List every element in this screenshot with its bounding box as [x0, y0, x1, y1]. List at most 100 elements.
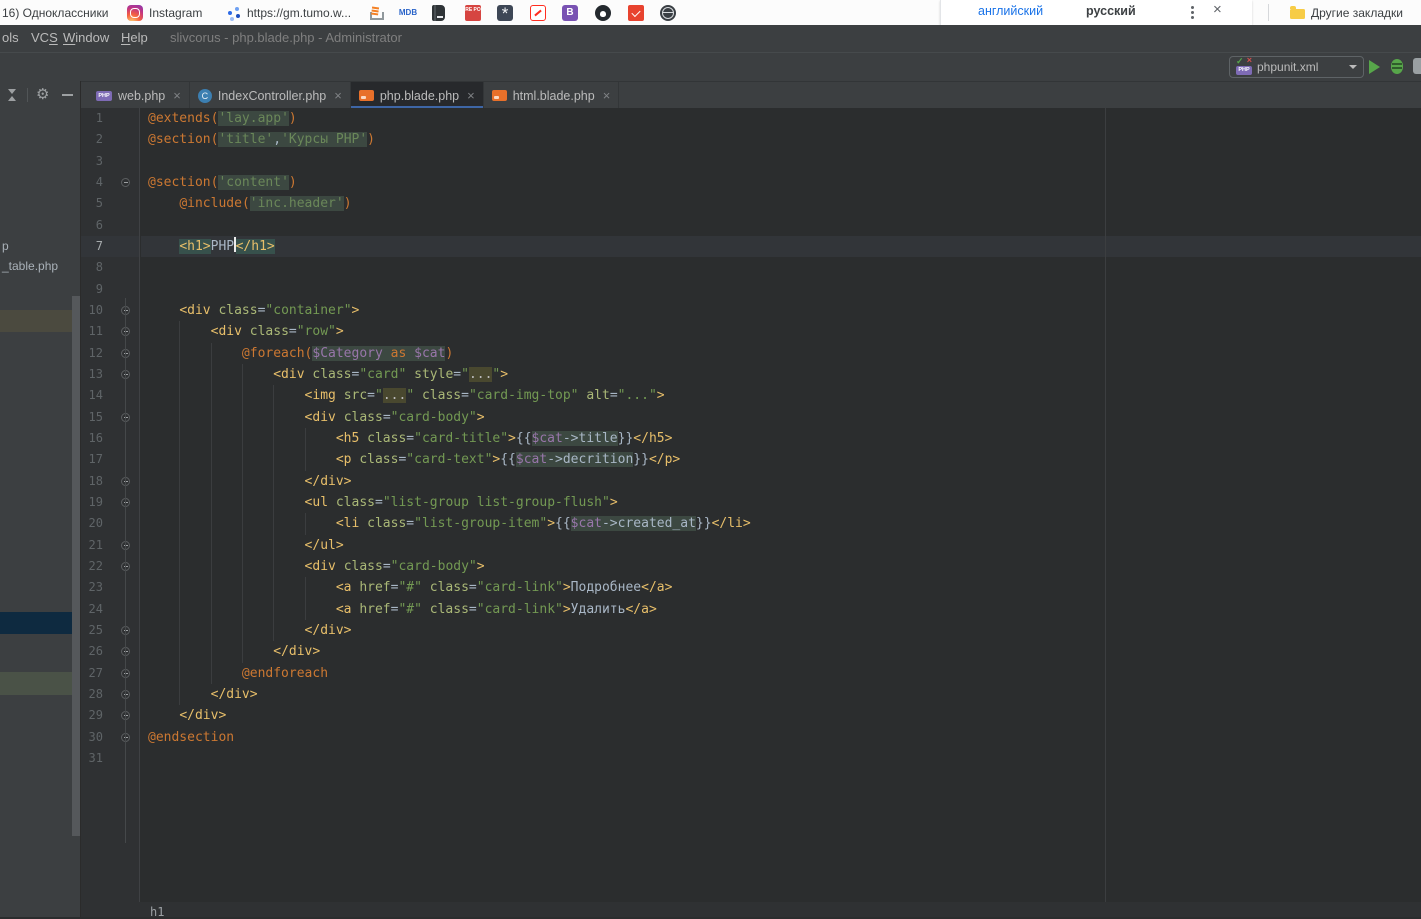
- bookmark-bootstrap[interactable]: B: [562, 0, 578, 25]
- code-line[interactable]: <img src="..." class="card-img-top" alt=…: [141, 385, 1421, 406]
- gutter-row: 23: [81, 577, 139, 598]
- code-token: <li: [336, 516, 367, 531]
- tab-php-blade-php[interactable]: php.blade.php ×: [351, 82, 484, 109]
- indent-guide: [179, 577, 180, 598]
- code-line[interactable]: @foreach($Category as $cat): [141, 343, 1421, 364]
- run-button[interactable]: [1369, 60, 1380, 74]
- code-line[interactable]: </div>: [141, 705, 1421, 726]
- gutter-row: 7: [81, 236, 139, 257]
- tab-indexcontroller-php[interactable]: C IndexController.php ×: [190, 82, 351, 109]
- folder-icon: [1290, 9, 1305, 19]
- hide-panel-icon[interactable]: [62, 94, 73, 96]
- gear-icon[interactable]: ⚙: [36, 86, 49, 102]
- code-line[interactable]: </ul>: [141, 535, 1421, 556]
- menu-item-help[interactable]: Help: [121, 30, 148, 45]
- code-line[interactable]: <div class="row">: [141, 321, 1421, 342]
- code-line[interactable]: <ul class="list-group list-group-flush">: [141, 492, 1421, 513]
- code-line[interactable]: @include('inc.header'): [141, 193, 1421, 214]
- code-token: </div>: [305, 474, 352, 489]
- project-scrollbar[interactable]: [72, 296, 81, 836]
- bookmark-tumo[interactable]: https://gm.tumo.w...: [225, 0, 351, 25]
- tab-label: IndexController.php: [218, 89, 326, 103]
- code-line[interactable]: <div class="card-body">: [141, 407, 1421, 428]
- translate-source-link[interactable]: английский: [978, 4, 1043, 18]
- bookmark-stackoverflow[interactable]: [367, 0, 383, 25]
- collapse-all-icon[interactable]: [6, 89, 18, 101]
- bookmark-github[interactable]: [595, 0, 611, 25]
- code-line[interactable]: <div class="container">: [141, 300, 1421, 321]
- code-line[interactable]: [141, 748, 1421, 769]
- tree-item-selected[interactable]: [0, 612, 81, 634]
- code-line[interactable]: <p class="card-text">{{$cat->decrition}}…: [141, 449, 1421, 470]
- editor[interactable]: 1234567891011121314151617181920212223242…: [81, 108, 1421, 902]
- code-line[interactable]: </div>: [141, 471, 1421, 492]
- bookmark-mdb[interactable]: MDB: [397, 0, 419, 25]
- line-number: 23: [89, 577, 103, 598]
- close-icon[interactable]: ×: [467, 88, 475, 103]
- run-configuration-select[interactable]: ✓×PHP phpunit.xml: [1229, 56, 1364, 78]
- line-number: 29: [89, 705, 103, 726]
- gutter-row: 12: [81, 343, 139, 364]
- bookmark-odnoklassniki[interactable]: 16) Одноклассники: [2, 0, 108, 25]
- panel-header-divider: [27, 88, 28, 102]
- code-line[interactable]: [141, 215, 1421, 236]
- debug-button[interactable]: [1391, 59, 1403, 74]
- other-bookmarks-button[interactable]: Другие закладки: [1290, 0, 1403, 25]
- code-line[interactable]: [141, 257, 1421, 278]
- code-line[interactable]: <div class="card" style="...">: [141, 364, 1421, 385]
- close-icon[interactable]: ×: [173, 88, 181, 103]
- tree-item-highlighted[interactable]: [0, 672, 81, 695]
- tree-item-partial[interactable]: _table.php: [0, 256, 81, 278]
- code-lines[interactable]: @extends('lay.app')@section('title','Кур…: [141, 108, 1421, 902]
- code-line[interactable]: <li class="list-group-item">{{$cat->crea…: [141, 513, 1421, 534]
- mdb-icon: MDB: [397, 5, 419, 21]
- bookmark-instagram[interactable]: Instagram: [127, 0, 202, 25]
- code-line[interactable]: @section('title','Курсы PHP'): [141, 129, 1421, 150]
- line-number: 12: [89, 343, 103, 364]
- fold-marker-start[interactable]: [121, 178, 130, 187]
- bookmark-book[interactable]: [432, 0, 445, 25]
- code-token: 'content': [218, 175, 288, 190]
- bookmark-repo[interactable]: RE PO: [465, 0, 481, 25]
- code-line[interactable]: [141, 279, 1421, 300]
- line-number: 30: [89, 727, 103, 748]
- gutter-row: 15: [81, 407, 139, 428]
- code-line[interactable]: @section('content'): [141, 172, 1421, 193]
- code-line[interactable]: @endforeach: [141, 663, 1421, 684]
- code-line[interactable]: <h1>PHP</h1>: [141, 236, 1421, 257]
- tree-item-highlighted[interactable]: [0, 310, 81, 332]
- code-line[interactable]: @extends('lay.app'): [141, 108, 1421, 129]
- tab-web-php[interactable]: PHP web.php ×: [88, 82, 190, 109]
- menu-item-window[interactable]: Window: [63, 30, 109, 45]
- line-number: 15: [89, 407, 103, 428]
- code-line[interactable]: <a href="#" class="card-link">Подробнее<…: [141, 577, 1421, 598]
- bookmark-spark[interactable]: [497, 0, 513, 25]
- code-line[interactable]: </div>: [141, 620, 1421, 641]
- bookmark-label: Instagram: [149, 6, 202, 20]
- coverage-icon-partial[interactable]: [1413, 58, 1421, 74]
- menu-item-tools-partial[interactable]: ols: [2, 30, 19, 45]
- code-token: =: [383, 559, 391, 574]
- bookmark-laravel-outline[interactable]: [530, 0, 546, 25]
- translate-close-icon[interactable]: ×: [1213, 1, 1222, 18]
- code-token: =: [406, 516, 414, 531]
- tab-html-blade-php[interactable]: html.blade.php ×: [484, 82, 620, 109]
- code-line[interactable]: @endsection: [141, 727, 1421, 748]
- translate-target-link[interactable]: русский: [1086, 4, 1136, 18]
- menu-item-vcs[interactable]: VCS: [31, 30, 58, 45]
- line-number: 14: [89, 385, 103, 406]
- translate-options-icon[interactable]: [1191, 6, 1194, 9]
- code-line[interactable]: <a href="#" class="card-link">Удалить</a…: [141, 599, 1421, 620]
- bookmark-globe[interactable]: [660, 0, 676, 25]
- gutter-row: 4: [81, 172, 139, 193]
- code-line[interactable]: [141, 151, 1421, 172]
- tree-item-partial[interactable]: p: [0, 236, 81, 258]
- close-icon[interactable]: ×: [603, 88, 611, 103]
- code-line[interactable]: <div class="card-body">: [141, 556, 1421, 577]
- code-line[interactable]: </div>: [141, 684, 1421, 705]
- code-token: ): [344, 196, 352, 211]
- code-line[interactable]: </div>: [141, 641, 1421, 662]
- close-icon[interactable]: ×: [334, 88, 342, 103]
- bookmark-laravel[interactable]: [628, 0, 644, 25]
- code-line[interactable]: <h5 class="card-title">{{$cat->title}}</…: [141, 428, 1421, 449]
